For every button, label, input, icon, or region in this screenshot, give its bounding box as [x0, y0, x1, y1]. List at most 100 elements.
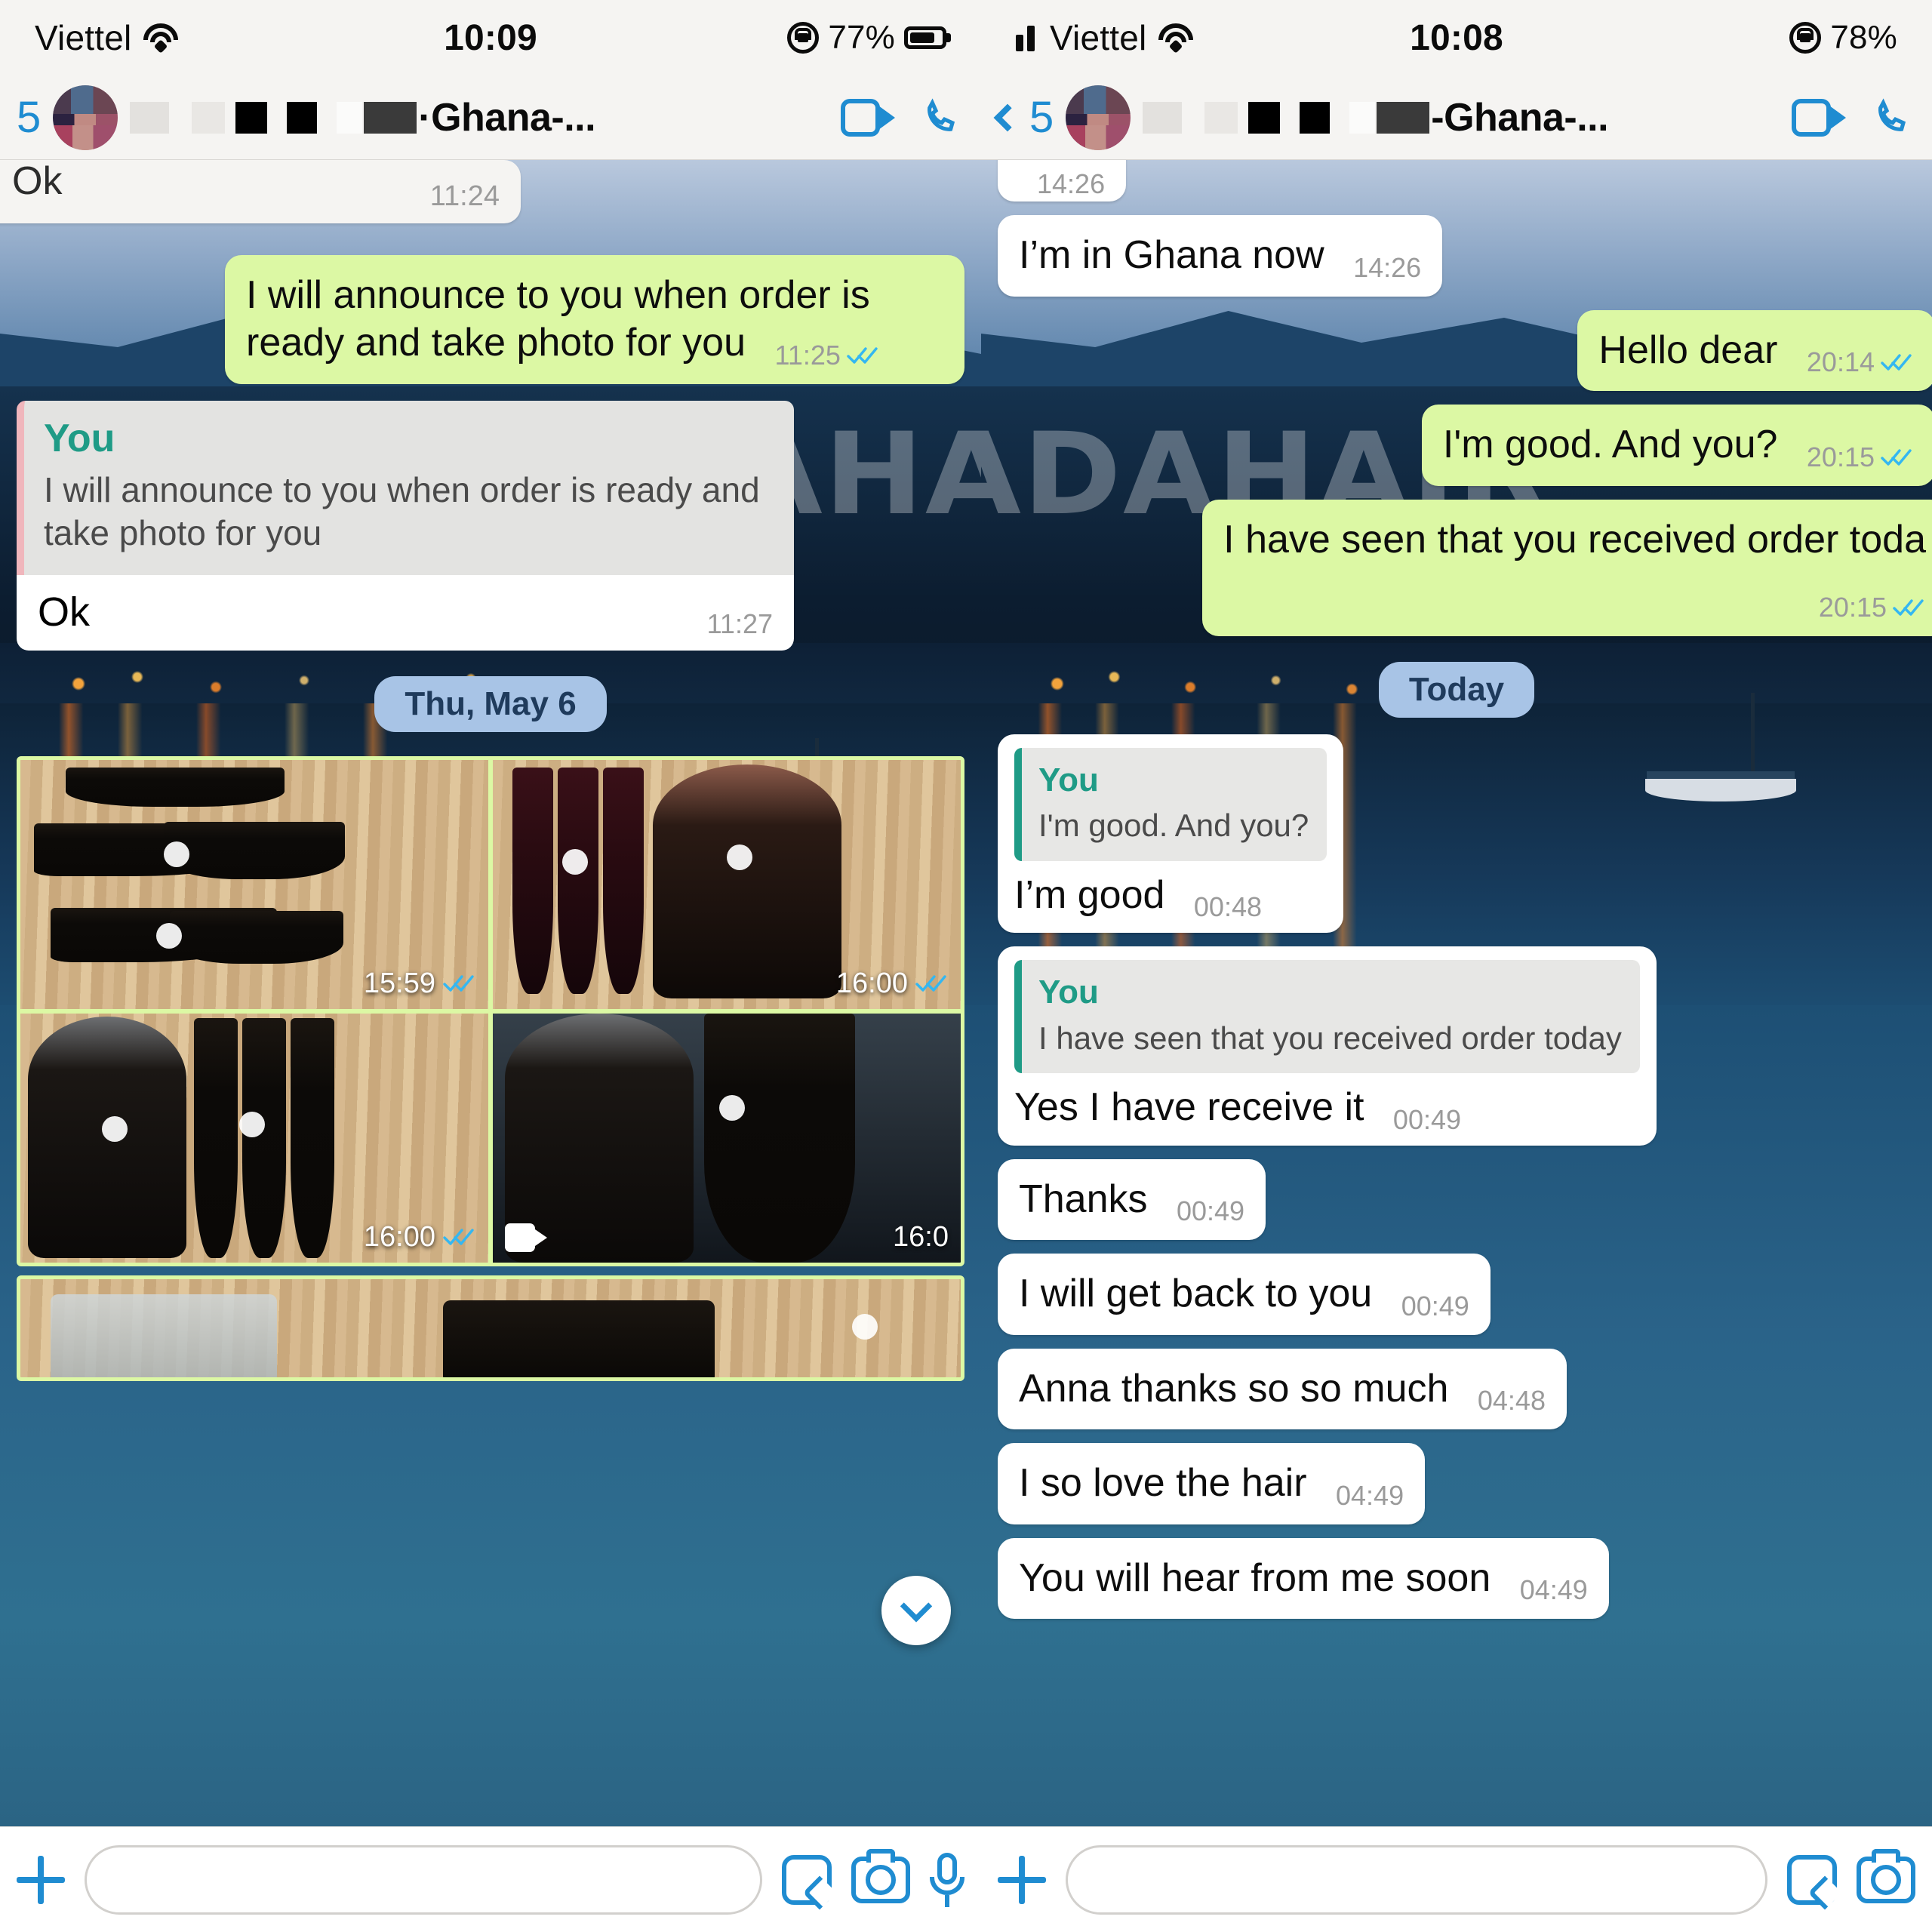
microphone-icon[interactable]: [930, 1852, 964, 1907]
message-meta: 20:14: [1807, 346, 1914, 379]
message-bubble-clipped[interactable]: 14:26: [998, 160, 1127, 202]
message-bubble[interactable]: You I'm good. And you? I’m good 00:48: [998, 734, 1344, 934]
message-time: 11:27: [706, 608, 773, 639]
sticker-icon[interactable]: [1787, 1854, 1837, 1905]
photo-grid-cell-video[interactable]: 16:0: [493, 1013, 961, 1263]
rotation-lock-icon: [787, 22, 820, 54]
message-bubble[interactable]: You will hear from me soon 04:49: [998, 1537, 1609, 1620]
message-bubble[interactable]: I so love the hair 04:49: [998, 1443, 1426, 1524]
right-status-bar: Viettel 10:08 78%: [981, 0, 1932, 75]
message-bubble[interactable]: I will get back to you 00:49: [998, 1254, 1491, 1335]
message-bubble[interactable]: You I have seen that you received order …: [998, 946, 1657, 1146]
page-title: ·Ghana-...: [418, 95, 596, 140]
message-text: Hello dear: [1598, 328, 1778, 372]
photo-grid-cell[interactable]: 16:00: [493, 759, 961, 1009]
quote-text: I have seen that you received order toda…: [1038, 1020, 1622, 1056]
message-row[interactable]: Anna thanks so so much 04:48: [981, 1348, 1932, 1430]
message-bubble[interactable]: I’m in Ghana now 14:26: [998, 215, 1443, 297]
message-row[interactable]: I'm good. And you? 20:15: [981, 405, 1932, 486]
date-pill: Thu, May 6: [374, 675, 607, 732]
quoted-reply[interactable]: You I have seen that you received order …: [1014, 960, 1640, 1074]
photo-meta: 16:0: [893, 1221, 949, 1254]
message-time: 14:26: [1037, 168, 1106, 199]
camera-icon[interactable]: [1857, 1848, 1915, 1903]
date-separator-row: Today: [981, 650, 1932, 734]
message-input[interactable]: [85, 1844, 762, 1915]
plus-attach-icon[interactable]: [998, 1855, 1046, 1904]
message-text: Ok: [12, 160, 63, 203]
message-bubble[interactable]: I have seen that you received order toda…: [1202, 499, 1932, 636]
redacted-name-block: [130, 101, 170, 134]
message-text: Anna thanks so so much: [1019, 1366, 1449, 1411]
phone-call-icon[interactable]: [1872, 97, 1914, 139]
avatar[interactable]: [53, 85, 118, 150]
message-row[interactable]: 14:26: [981, 160, 1932, 202]
message-input[interactable]: [1066, 1844, 1767, 1915]
message-time: 20:15: [1818, 591, 1887, 623]
message-row[interactable]: You I will announce to you when order is…: [0, 400, 981, 651]
video-badge-icon: [505, 1223, 547, 1252]
redacted-name-block: [337, 101, 363, 134]
message-bubble[interactable]: Thanks 00:49: [998, 1158, 1266, 1241]
chat-title-area[interactable]: ·Ghana-...: [130, 95, 821, 140]
phone-call-icon[interactable]: [921, 97, 963, 139]
unread-badge[interactable]: 5: [1029, 92, 1054, 143]
message-row[interactable]: Thanks 00:49: [981, 1158, 1932, 1241]
photo-grid[interactable]: 15:59 16:00 16:00 16:0: [17, 755, 964, 1266]
right-chat-body[interactable]: HADAHAIR 14:26 I’m in Ghana now 14:26 He…: [981, 160, 1932, 1826]
left-chat-body[interactable]: HADAHAIR Ok 11:24 I will announce to you…: [0, 160, 981, 1826]
left-phone-screen: Viettel 10:09 77% 5 ·Ghana-... Ok 11:24 …: [0, 0, 981, 1932]
message-row[interactable]: I’m in Ghana now 14:26: [981, 215, 1932, 297]
date-separator-row: Thu, May 6: [0, 664, 981, 749]
photo-time: 15:59: [363, 967, 435, 999]
chat-title-area[interactable]: -Ghana-...: [1143, 95, 1772, 140]
redacted-name-block: [1377, 101, 1430, 134]
message-bubble[interactable]: I'm good. And you? 20:15: [1421, 405, 1932, 486]
camera-icon[interactable]: [851, 1848, 910, 1903]
message-text: I’m good: [1014, 872, 1165, 917]
unread-badge[interactable]: 5: [17, 92, 41, 143]
quoted-reply[interactable]: You I will announce to you when order is…: [17, 400, 794, 575]
message-row[interactable]: You I have seen that you received order …: [981, 946, 1932, 1146]
photo-grid-partial[interactable]: [17, 1275, 964, 1381]
quote-text: I will announce to you when order is rea…: [44, 469, 760, 553]
left-composer: [0, 1826, 981, 1932]
message-time: 14:26: [1353, 251, 1422, 283]
quoted-reply[interactable]: You I'm good. And you?: [1014, 747, 1327, 861]
scroll-to-bottom-icon[interactable]: [881, 1576, 951, 1645]
message-bubble[interactable]: I will announce to you when order is rea…: [225, 255, 964, 384]
avatar[interactable]: [1066, 85, 1131, 150]
plus-attach-icon[interactable]: [17, 1855, 65, 1904]
message-time: 20:14: [1806, 346, 1875, 378]
right-phone-screen: Viettel 10:08 78% 5 -Ghana-... DAHAIR 14…: [981, 0, 1932, 1932]
back-chevron-icon[interactable]: [993, 103, 1022, 131]
message-text: You will hear from me soon: [1019, 1555, 1491, 1600]
message-row[interactable]: I have seen that you received order toda…: [981, 499, 1932, 636]
message-row[interactable]: Hello dear 20:14: [981, 309, 1932, 392]
message-row[interactable]: I so love the hair 04:49: [981, 1443, 1932, 1524]
wifi-icon: [142, 23, 180, 54]
right-status-right-group: 78%: [1789, 19, 1897, 57]
quote-author: You: [44, 416, 115, 460]
message-bubble[interactable]: Anna thanks so so much 04:48: [998, 1348, 1567, 1430]
video-call-icon[interactable]: [841, 98, 895, 137]
message-row[interactable]: I will announce to you when order is rea…: [0, 255, 981, 384]
message-text: I have seen that you received order toda: [1223, 517, 1926, 561]
date-pill: Today: [1378, 661, 1535, 718]
message-row[interactable]: I will get back to you 00:49: [981, 1254, 1932, 1335]
message-meta: 20:15: [1819, 591, 1926, 624]
video-call-icon[interactable]: [1792, 98, 1846, 137]
message-row[interactable]: You will hear from me soon 04:49: [981, 1537, 1932, 1620]
photo-meta: 16:00: [364, 1221, 476, 1254]
sticker-icon[interactable]: [782, 1854, 832, 1905]
photo-grid-cell[interactable]: 15:59: [20, 759, 488, 1009]
message-group[interactable]: You I will announce to you when order is…: [17, 400, 794, 651]
photo-meta: 15:59: [364, 968, 476, 1000]
redacted-name-block: [1143, 101, 1183, 134]
message-bubble[interactable]: Hello dear 20:14: [1577, 309, 1932, 392]
message-row[interactable]: You I'm good. And you? I’m good 00:48: [981, 734, 1932, 934]
photo-grid-cell[interactable]: 16:00: [20, 1013, 488, 1263]
message-bubble[interactable]: Ok 11:27: [17, 574, 794, 651]
message-bubble-clipped[interactable]: Ok 11:24: [0, 160, 521, 223]
double-check-blue-icon: [1893, 596, 1926, 619]
